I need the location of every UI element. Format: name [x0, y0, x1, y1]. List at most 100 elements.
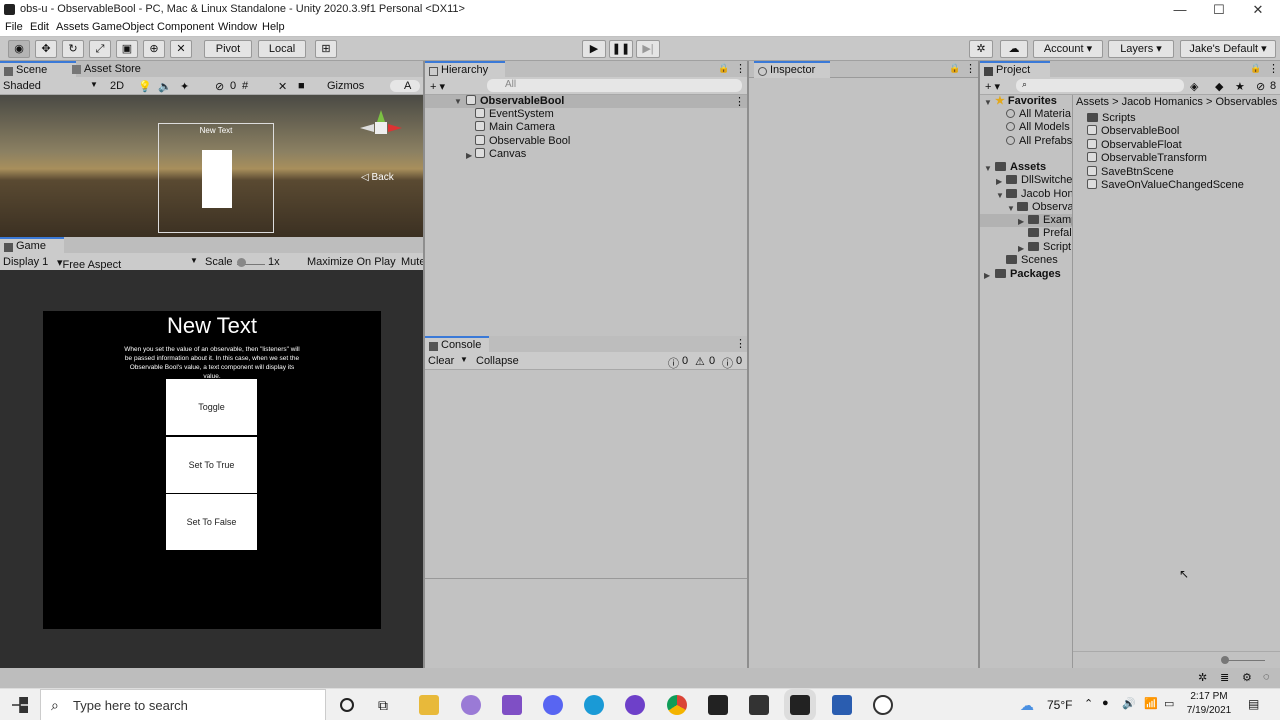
layers-status-icon[interactable]: ≣ [1220, 671, 1229, 684]
folder-item[interactable]: Script [1028, 241, 1071, 254]
antivirus-icon[interactable]: ● [1102, 697, 1109, 709]
scale-tool-icon[interactable]: ⤢ [89, 40, 111, 58]
tab-game[interactable]: Game [0, 237, 64, 254]
unity-editor-icon[interactable] [790, 695, 810, 715]
step-button[interactable]: ▶| [636, 40, 660, 58]
tab-inspector[interactable]: Inspector [754, 61, 830, 78]
tray-expand-icon[interactable]: ⌃ [1084, 697, 1093, 710]
project-menu-icon[interactable]: ⋮ [1268, 62, 1279, 75]
grid-icon[interactable]: # [242, 80, 248, 92]
file-explorer-icon[interactable] [419, 695, 439, 715]
snap-icon[interactable]: ⊞ [315, 40, 337, 58]
visual-studio-icon[interactable] [502, 695, 522, 715]
rider-icon[interactable] [708, 695, 728, 715]
set-false-button[interactable]: Set To False [166, 494, 257, 550]
obs-icon[interactable] [873, 695, 893, 715]
folder-item[interactable]: Scenes [1006, 254, 1058, 267]
shading-dropdown[interactable]: Shaded [3, 80, 41, 92]
layers-dropdown[interactable]: Layers ▾ [1108, 40, 1174, 58]
cloud-icon[interactable]: ☁ [1000, 40, 1028, 58]
move-tool-icon[interactable]: ✥ [35, 40, 57, 58]
search-by-type-icon[interactable]: ◈ [1190, 80, 1198, 93]
layout-dropdown[interactable]: Jake's Default ▾ [1180, 40, 1276, 58]
weather-icon[interactable]: ☁ [1020, 697, 1034, 714]
fav-item[interactable]: All Prefabs [1006, 135, 1072, 148]
hidden-packages-icon[interactable]: ⊘ [1256, 80, 1265, 93]
github-desktop-icon[interactable] [625, 695, 645, 715]
set-true-button[interactable]: Set To True [166, 437, 257, 493]
hierarchy-item-canvas[interactable]: Canvas [475, 148, 526, 161]
tab-console[interactable]: Console [425, 336, 489, 353]
local-toggle[interactable]: Local [258, 40, 306, 58]
camera-icon[interactable]: ■ [298, 80, 305, 92]
hierarchy-root[interactable]: ObservableBool [466, 95, 564, 108]
debug-icon[interactable]: ✲ [1198, 671, 1207, 684]
effects-icon[interactable]: ✦ [180, 80, 189, 93]
menu-help[interactable]: Help [262, 21, 285, 33]
file-item[interactable]: ObservableTransform [1087, 152, 1207, 165]
rect-tool-icon[interactable]: ▣ [116, 40, 138, 58]
packages-node[interactable]: Packages [995, 268, 1061, 281]
expand-arrow-icon[interactable]: ▶ [984, 271, 990, 280]
cortana-icon[interactable] [340, 698, 354, 712]
folder-item[interactable]: Prefal [1028, 227, 1072, 240]
file-item[interactable]: ObservableFloat [1087, 139, 1182, 152]
assets-node[interactable]: Assets [995, 161, 1046, 174]
expand-arrow-icon[interactable]: ▼ [996, 191, 1004, 200]
hierarchy-item-main-camera[interactable]: Main Camera [475, 121, 555, 134]
aspect-dropdown-arrow[interactable]: ▼ [190, 256, 198, 265]
menu-edit[interactable]: Edit [30, 21, 49, 33]
favorites-node[interactable]: ★ Favorites [995, 95, 1057, 108]
scene-view[interactable]: New Text ◁ Back [0, 95, 423, 237]
battery-icon[interactable]: ▭ [1164, 697, 1174, 710]
display-dropdown[interactable]: Display 1 [3, 256, 48, 268]
close-button[interactable]: ✕ [1238, 0, 1278, 20]
tab-asset-store[interactable]: Asset Store [68, 61, 158, 78]
fav-item[interactable]: All Models [1006, 121, 1070, 134]
pivot-toggle[interactable]: Pivot [204, 40, 252, 58]
maximize-button[interactable]: ☐ [1199, 0, 1239, 20]
project-search[interactable]: ⌕ [1016, 79, 1184, 92]
start-icon[interactable] [12, 697, 28, 713]
console-menu-icon[interactable]: ⋮ [735, 337, 746, 350]
error-icon[interactable]: ⓘ [668, 355, 679, 371]
audio-icon[interactable]: 🔈 [158, 80, 172, 93]
view-tool-icon[interactable]: ◉ [8, 40, 30, 58]
clear-dropdown-arrow[interactable]: ▼ [460, 355, 468, 364]
chrome-icon[interactable] [667, 695, 687, 715]
expand-arrow-icon[interactable]: ▶ [1018, 244, 1024, 253]
maximize-on-play-toggle[interactable]: Maximize On Play [307, 256, 396, 268]
minimize-button[interactable]: — [1160, 0, 1200, 20]
file-item[interactable]: ObservableBool [1087, 125, 1179, 138]
edge-icon[interactable] [584, 695, 604, 715]
scene-menu-icon[interactable]: ⋮ [734, 95, 745, 108]
folder-item[interactable]: Observa [1017, 201, 1072, 214]
search-by-label-icon[interactable]: ◆ [1215, 80, 1223, 93]
collab-icon[interactable]: ✲ [969, 40, 993, 58]
file-item[interactable]: SaveOnValueChangedScene [1087, 179, 1244, 192]
expand-arrow-icon[interactable]: ▼ [984, 98, 992, 107]
folder-item[interactable]: DllSwitche [1006, 174, 1072, 187]
pause-button[interactable]: ❚❚ [609, 40, 633, 58]
rotate-tool-icon[interactable]: ↻ [62, 40, 84, 58]
icon-size-slider-handle[interactable] [1221, 656, 1229, 664]
project-lock-icon[interactable]: 🔒 [1250, 63, 1261, 74]
2d-toggle[interactable]: 2D [110, 80, 124, 92]
hierarchy-lock-icon[interactable]: 🔒 [718, 63, 729, 74]
scene-orientation-gizmo[interactable] [355, 110, 411, 160]
calculator-icon[interactable] [832, 695, 852, 715]
hierarchy-item-observable-bool[interactable]: Observable Bool [475, 135, 570, 148]
unity-hub-icon[interactable] [749, 695, 769, 715]
menu-gameobject[interactable]: GameObject [92, 21, 154, 33]
transform-tool-icon[interactable]: ⊕ [143, 40, 165, 58]
log-icon[interactable]: ⓘ [722, 355, 733, 371]
tab-project[interactable]: Project [980, 61, 1050, 78]
hierarchy-menu-icon[interactable]: ⋮ [735, 62, 746, 75]
clear-button[interactable]: Clear [428, 355, 454, 367]
inspector-menu-icon[interactable]: ⋮ [965, 62, 976, 75]
expand-arrow-icon[interactable]: ▶ [996, 177, 1002, 186]
tab-hierarchy[interactable]: Hierarchy [425, 61, 505, 78]
inspector-lock-icon[interactable]: 🔒 [949, 63, 960, 74]
expand-arrow-icon[interactable]: ▼ [454, 97, 462, 106]
breadcrumb-item[interactable]: Jacob Homanics [1122, 96, 1203, 108]
